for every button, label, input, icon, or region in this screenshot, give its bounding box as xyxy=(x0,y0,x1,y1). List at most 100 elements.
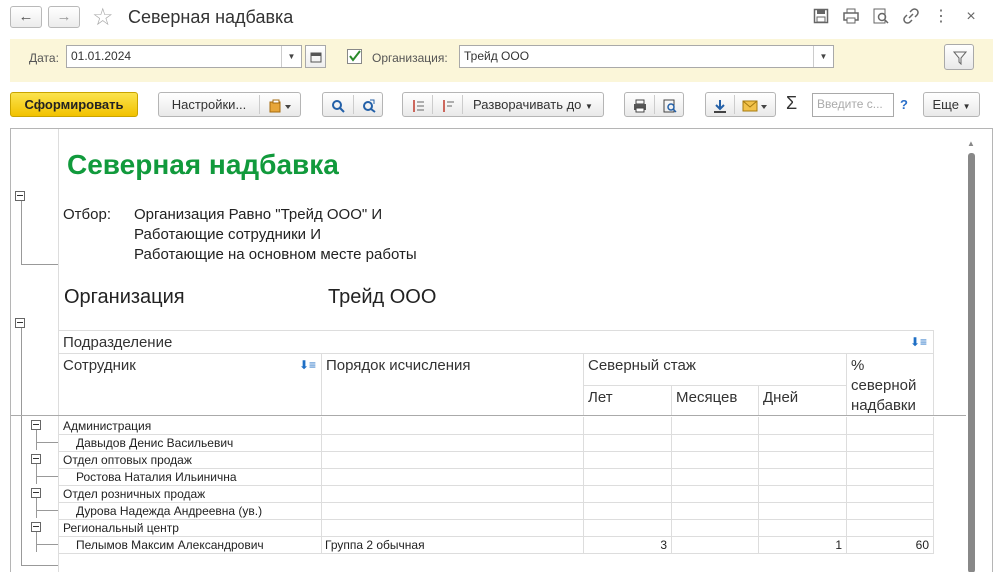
org-dropdown-icon[interactable]: ▼ xyxy=(813,46,833,67)
scroll-up-icon[interactable]: ▲ xyxy=(967,139,975,148)
sort-icon[interactable]: ⬇≡ xyxy=(910,335,927,349)
date-label: Дата: xyxy=(29,51,59,65)
report-title: Северная надбавка xyxy=(67,149,339,180)
cell-order: Группа 2 обычная xyxy=(325,538,425,552)
header-days: Дней xyxy=(763,389,799,406)
calendar-button[interactable] xyxy=(305,45,326,68)
save-file-button[interactable] xyxy=(706,93,734,116)
print-button[interactable] xyxy=(625,93,654,116)
search-placeholder: Введите с... xyxy=(817,97,883,111)
search-input[interactable]: Введите с... xyxy=(812,93,894,117)
header-percent: надбавки xyxy=(851,397,916,414)
expand-to-button[interactable]: Разворачивать до ▼ xyxy=(463,93,603,116)
more-vert-icon[interactable]: ⋮ xyxy=(932,8,950,26)
window-title: Северная надбавка xyxy=(128,7,294,27)
download-icon xyxy=(714,99,726,113)
cell-years: 3 xyxy=(660,538,667,552)
vertical-scrollbar[interactable] xyxy=(968,153,975,572)
employee-row: Дурова Надежда Андреевна (ув.) xyxy=(76,504,263,518)
department-row: Отдел розничных продаж xyxy=(63,487,206,501)
search-icon xyxy=(332,99,345,113)
link-icon[interactable] xyxy=(902,8,920,26)
filter-line: Работающие сотрудники И xyxy=(134,226,322,243)
department-row: Администрация xyxy=(63,419,152,433)
header-years: Лет xyxy=(588,389,613,406)
email-icon xyxy=(742,100,767,112)
arrow-right-icon: → xyxy=(56,8,72,25)
filter-button[interactable] xyxy=(944,44,974,70)
filter-label: Отбор: xyxy=(63,206,111,223)
settings-button-group: Настройки... xyxy=(158,92,301,117)
chevron-down-icon: ▼ xyxy=(962,102,971,111)
back-button[interactable]: ← xyxy=(10,6,42,28)
variant-button[interactable] xyxy=(260,93,300,116)
date-dropdown-icon[interactable]: ▼ xyxy=(281,46,301,67)
header-percent: % xyxy=(851,357,865,374)
org-field[interactable]: Трейд ООО ▼ xyxy=(459,45,834,68)
employee-row: Ростова Наталия Ильинична xyxy=(76,470,237,484)
header-employee: Сотрудник xyxy=(63,357,136,374)
collapse-group-icon[interactable] xyxy=(31,488,41,498)
org-checkbox[interactable] xyxy=(347,49,362,64)
collapse-header-icon[interactable] xyxy=(15,191,25,201)
arrow-left-icon: ← xyxy=(18,8,34,25)
export-group xyxy=(705,92,776,117)
collapse-group-icon[interactable] xyxy=(31,454,41,464)
header-north-exp: Северный стаж xyxy=(588,357,696,374)
collapse-group-icon[interactable] xyxy=(31,420,41,430)
cell-percent: 60 xyxy=(915,538,929,552)
close-icon[interactable]: × xyxy=(962,8,980,26)
expand-all-button[interactable] xyxy=(433,93,462,116)
search-group xyxy=(322,92,383,117)
generate-button[interactable]: Сформировать xyxy=(10,92,138,117)
printer-icon xyxy=(633,99,646,113)
outline-divider xyxy=(58,129,59,572)
expand-to-label: Разворачивать до xyxy=(473,97,582,112)
org-value: Трейд ООО xyxy=(464,49,530,63)
org-name: Трейд ООО xyxy=(328,286,437,308)
calendar-icon xyxy=(310,52,321,63)
filter-line: Организация Равно "Трейд ООО" И xyxy=(134,206,383,223)
header-percent: северной xyxy=(851,377,917,394)
cell-days: 1 xyxy=(835,538,842,552)
checkmark-icon xyxy=(349,50,361,62)
search-next-button[interactable] xyxy=(354,93,383,116)
date-value: 01.01.2024 xyxy=(71,49,132,63)
collapse-group-icon[interactable] xyxy=(31,522,41,532)
variant-icon xyxy=(269,99,291,113)
filter-line: Работающие на основном месте работы xyxy=(134,246,417,263)
settings-button[interactable]: Настройки... xyxy=(159,93,259,116)
print-group xyxy=(624,92,684,117)
report-area: Северная надбавка Отбор: Организация Рав… xyxy=(10,128,993,572)
employee-row: Давыдов Денис Васильевич xyxy=(76,436,234,450)
more-button[interactable]: Еще ▼ xyxy=(923,92,980,117)
forward-button[interactable]: → xyxy=(48,6,80,28)
expand-icon xyxy=(442,99,454,112)
favorite-star-icon[interactable]: ☆ xyxy=(92,3,114,32)
department-row: Отдел оптовых продаж xyxy=(63,453,192,467)
date-field[interactable]: 01.01.2024 ▼ xyxy=(66,45,302,68)
print-icon[interactable] xyxy=(842,8,860,26)
sort-icon[interactable]: ⬇≡ xyxy=(299,358,316,372)
save-icon[interactable] xyxy=(812,8,830,26)
header-department: Подразделение xyxy=(63,334,173,351)
help-button[interactable]: ? xyxy=(900,97,908,112)
more-label: Еще xyxy=(932,97,959,112)
send-email-button[interactable] xyxy=(735,93,775,116)
search-button[interactable] xyxy=(323,93,353,116)
employee-row: Пелымов Максим Александрович xyxy=(76,538,264,552)
grouping-group: Разворачивать до ▼ xyxy=(402,92,604,117)
org-caption: Организация xyxy=(64,286,185,308)
funnel-icon xyxy=(952,51,968,66)
search-next-icon xyxy=(362,99,376,113)
collapse-all-button[interactable] xyxy=(403,93,432,116)
org-label: Организация: xyxy=(372,51,448,65)
preview-icon[interactable] xyxy=(872,8,890,26)
header-calc-order: Порядок исчисления xyxy=(326,357,471,374)
sum-icon[interactable]: Σ xyxy=(786,93,797,114)
print-preview-icon xyxy=(663,99,677,113)
collapse-icon xyxy=(412,99,424,112)
department-row: Региональный центр xyxy=(63,521,179,535)
print-preview-button[interactable] xyxy=(655,93,684,116)
collapse-org-icon[interactable] xyxy=(15,318,25,328)
